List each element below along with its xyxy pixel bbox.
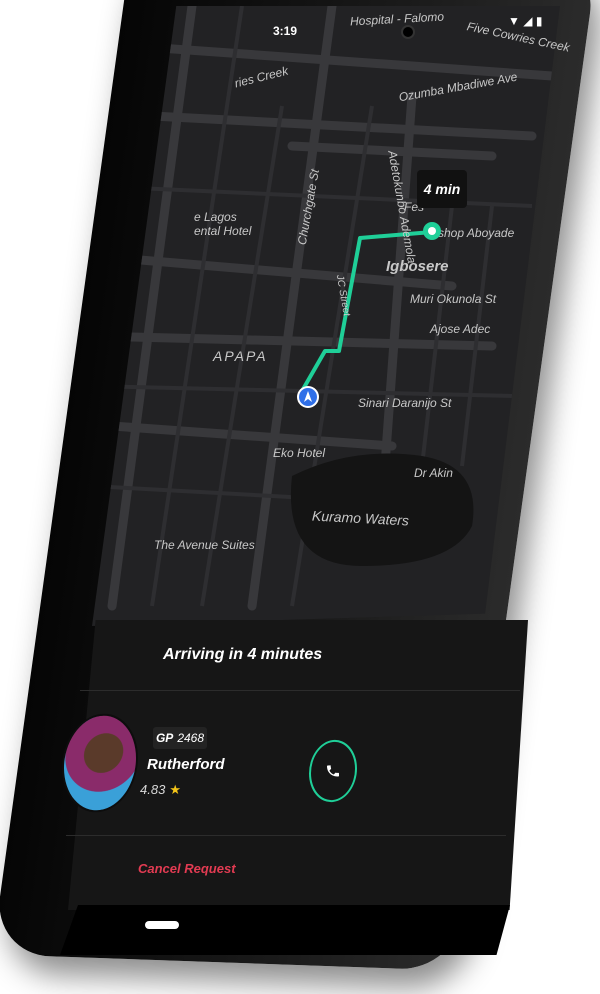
- plate-prefix: GP: [155, 731, 174, 745]
- battery-icon: ▮: [535, 14, 543, 28]
- phone-icon: [327, 765, 339, 777]
- front-camera: [401, 25, 415, 39]
- plate-number: 2468: [177, 731, 205, 745]
- navigation-arrow-icon: [297, 386, 319, 408]
- status-time: 3:19: [273, 24, 298, 38]
- map-label-ajose: Ajose Adec: [430, 322, 491, 336]
- map-label-igbosere: Igbosere: [386, 258, 449, 275]
- divider: [80, 690, 520, 691]
- star-icon: ★: [169, 782, 181, 797]
- map-label-muri: Muri Okunola St: [410, 292, 497, 306]
- status-icons: ▼ ◢ ▮: [508, 14, 542, 28]
- rating-value: 4.83: [140, 782, 166, 797]
- wifi-icon: ▼: [508, 14, 520, 28]
- eta-bubble: 4 min: [417, 170, 467, 208]
- cancel-request-button[interactable]: Cancel Request: [138, 861, 236, 876]
- signal-icon: ◢: [523, 14, 533, 28]
- map-label-apapa: APAPA: [213, 348, 268, 364]
- phone-mockup: 3:19 ▼ ◢ ▮ Hospital - Falomo Five Cowrie…: [0, 0, 600, 994]
- home-indicator[interactable]: [145, 921, 179, 929]
- map-label-dr-akin: Dr Akin: [414, 466, 453, 480]
- map-label-sinari: Sinari Daranijo St: [358, 396, 452, 410]
- plate-badge: GP 2468: [153, 727, 207, 749]
- map-label-eko-hotel: Eko Hotel: [273, 446, 326, 460]
- map-label-avenue-suites: The Avenue Suites: [154, 538, 255, 552]
- destination-pin-icon: [423, 222, 441, 240]
- driver-name: Rutherford: [147, 756, 225, 773]
- divider: [66, 835, 506, 836]
- driver-rating: 4.83 ★: [140, 782, 181, 798]
- map-label-bishop: shop Aboyade: [438, 226, 515, 240]
- arrival-status-title: Arriving in 4 minutes: [163, 646, 323, 663]
- system-nav-bar: [60, 905, 510, 955]
- map-label-lagos-hotel: e Lagos ental Hotel: [194, 210, 252, 238]
